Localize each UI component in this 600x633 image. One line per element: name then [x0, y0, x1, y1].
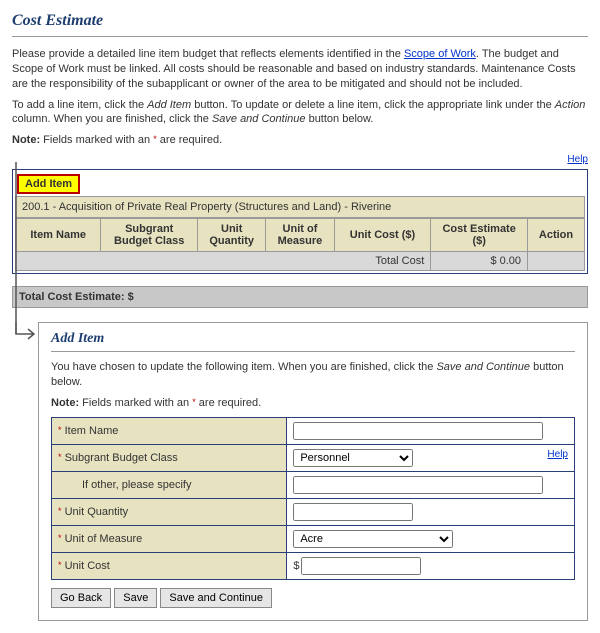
intro-p2: To add a line item, click the Add Item b… [12, 98, 588, 128]
panel-note-label: Note: [51, 397, 79, 409]
note-text2: are required. [157, 134, 222, 146]
panel-note-a: Fields marked with an [79, 397, 192, 409]
scope-of-work-link[interactable]: Scope of Work [404, 48, 476, 60]
lbl-item-name-text: Item Name [65, 425, 119, 437]
form-table: * Item Name * Subgrant Budget Class Pers… [51, 417, 575, 580]
total-action-cell [528, 252, 585, 271]
intro-p2d: button below. [306, 113, 374, 125]
help-link-panel[interactable]: Help [547, 449, 568, 460]
save-continue-button[interactable]: Save and Continue [160, 588, 272, 608]
intro-p1: Please provide a detailed line item budg… [12, 47, 588, 92]
callout-vertical-icon [12, 162, 20, 334]
lbl-unit-cost-text: Unit Cost [65, 560, 110, 572]
unit-measure-select[interactable]: Acre [293, 530, 453, 548]
lbl-unit-qty-text: Unit Quantity [65, 506, 129, 518]
lbl-item-name: * Item Name [52, 417, 287, 444]
help-link-top[interactable]: Help [567, 154, 588, 165]
lbl-unit-qty: * Unit Quantity [52, 498, 287, 525]
lbl-budget-class-text: Subgrant Budget Class [65, 452, 178, 464]
panel-note: Note: Fields marked with an * are requir… [51, 396, 575, 411]
other-input[interactable] [293, 476, 543, 494]
col-cost-est: Cost Estimate ($) [431, 219, 528, 252]
add-item-em: Add Item [147, 99, 191, 111]
intro-p1a: Please provide a detailed line item budg… [12, 48, 404, 60]
total-value: $ 0.00 [431, 252, 528, 271]
col-budget-class: Subgrant Budget Class [101, 219, 198, 252]
col-unit-cost: Unit Cost ($) [334, 219, 431, 252]
item-name-input[interactable] [293, 422, 543, 440]
panel-intro-em: Save and Continue [436, 361, 530, 373]
go-back-button[interactable]: Go Back [51, 588, 111, 608]
note-label: Note: [12, 134, 40, 146]
note-text: Fields marked with an [40, 134, 153, 146]
col-action: Action [528, 219, 585, 252]
dollar-prefix: $ [293, 560, 299, 572]
lbl-unit-cost: * Unit Cost [52, 552, 287, 579]
panel-title: Add Item [51, 331, 575, 347]
hr-top [12, 36, 588, 37]
intro-p2a: To add a line item, click the [12, 99, 147, 111]
req-icon: * [58, 533, 62, 543]
lbl-other: If other, please specify [52, 471, 287, 498]
col-unit-measure: Unit of Measure [266, 219, 334, 252]
grand-total-bar: Total Cost Estimate: $ [12, 286, 588, 308]
items-container: Add Item 200.1 - Acquisition of Private … [12, 169, 588, 274]
button-row: Go Back Save Save and Continue [51, 588, 575, 608]
budget-class-select[interactable]: Personnel [293, 449, 413, 467]
section-header: 200.1 - Acquisition of Private Real Prop… [15, 196, 585, 218]
add-item-button[interactable]: Add Item [17, 174, 80, 194]
panel-hr [51, 351, 575, 352]
col-unit-qty: Unit Quantity [198, 219, 266, 252]
savecont-em: Save and Continue [212, 113, 306, 125]
callout-arrow-icon [12, 322, 40, 522]
note-line: Note: Fields marked with an * are requir… [12, 133, 588, 148]
unit-cost-input[interactable] [301, 557, 421, 575]
req-icon: * [58, 506, 62, 516]
page-title: Cost Estimate [12, 12, 588, 30]
lbl-unit-measure-text: Unit of Measure [65, 533, 143, 545]
intro-p2c: column. When you are finished, click the [12, 113, 212, 125]
total-label: Total Cost [16, 252, 431, 271]
req-icon: * [58, 452, 62, 462]
req-icon: * [58, 560, 62, 570]
panel-intro: You have chosen to update the following … [51, 360, 575, 390]
lbl-unit-measure: * Unit of Measure [52, 525, 287, 552]
add-item-panel: Add Item You have chosen to update the f… [38, 322, 588, 621]
items-table: Item Name Subgrant Budget Class Unit Qua… [15, 218, 585, 271]
total-row: Total Cost $ 0.00 [16, 252, 585, 271]
unit-qty-input[interactable] [293, 503, 413, 521]
req-icon: * [58, 425, 62, 435]
panel-intro-a: You have chosen to update the following … [51, 361, 436, 373]
lbl-budget-class: * Subgrant Budget Class [52, 444, 287, 471]
panel-note-b: are required. [196, 397, 261, 409]
intro-p2b: button. To update or delete a line item,… [191, 99, 555, 111]
save-button[interactable]: Save [114, 588, 157, 608]
action-em: Action [555, 99, 586, 111]
col-item-name: Item Name [16, 219, 101, 252]
